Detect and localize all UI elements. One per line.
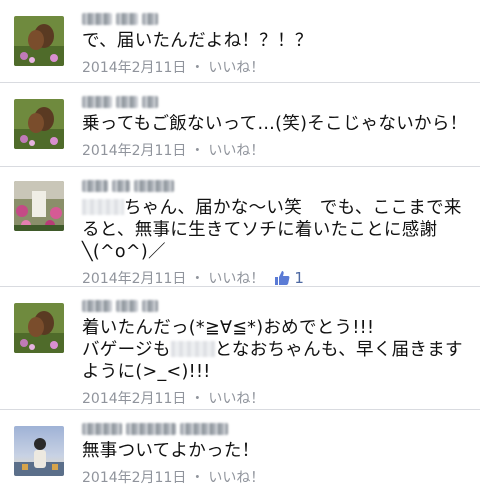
comment-item: 着いたんだっ(*≧∀≦*)おめでとう!!! バゲージも となおちゃんも、早く届きま… <box>0 287 480 410</box>
avatar[interactable] <box>14 426 64 476</box>
comment-date[interactable]: 2014年2月11日 <box>82 388 186 408</box>
comment-date[interactable]: 2014年2月11日 <box>82 140 186 160</box>
like-link[interactable]: いいね！ <box>208 467 264 487</box>
comment-text: 着いたんだっ(*≧∀≦*)おめでとう!!! バゲージも となおちゃんも、早く届きま… <box>82 317 470 383</box>
meta-separator: ・ <box>190 271 205 287</box>
like-link[interactable]: いいね！ <box>208 140 264 160</box>
comment-item: で、届いたんだよね！？！？ 2014年2月11日 ・ いいね！ <box>0 0 480 83</box>
comment-item: ちゃん、届かな〜い笑 でも、ここまで来ると、無事に生きてソチに着いたことに感謝╲… <box>0 167 480 287</box>
comment-meta: 2014年2月11日 ・ いいね！ <box>82 140 470 160</box>
meta-separator: ・ <box>190 60 205 76</box>
comment-date[interactable]: 2014年2月11日 <box>82 467 186 487</box>
redacted-name <box>82 199 124 215</box>
comment-meta: 2014年2月11日 ・ いいね！ <box>82 388 470 408</box>
like-link[interactable]: いいね！ <box>208 388 264 408</box>
comment-text: ちゃん、届かな〜い笑 でも、ここまで来ると、無事に生きてソチに着いたことに感謝╲… <box>82 197 470 263</box>
comment-text: 無事ついてよかった！ <box>82 441 260 461</box>
comment-item: 無事ついてよかった！ 2014年2月11日 ・ いいね！ <box>0 410 480 492</box>
comment-text-body: ちゃん、届かな〜い笑 でも、ここまで来ると、無事に生きてソチに着いたことに感謝╲… <box>82 198 462 262</box>
comment-text: で、届いたんだよね！？！？ <box>82 31 313 51</box>
commenter-name[interactable] <box>82 95 470 109</box>
meta-separator: ・ <box>190 470 205 486</box>
commenter-name[interactable] <box>82 179 470 193</box>
avatar[interactable] <box>14 303 64 353</box>
commenter-name[interactable] <box>82 422 470 436</box>
comment-text-before: バゲージも <box>82 340 171 360</box>
meta-separator: ・ <box>190 391 205 407</box>
comment-text-line1: 着いたんだっ(*≧∀≦*)おめでとう!!! <box>82 318 375 338</box>
comment-meta: 2014年2月11日 ・ いいね！ 1 <box>82 268 470 288</box>
avatar[interactable] <box>14 16 64 66</box>
comment-date[interactable]: 2014年2月11日 <box>82 268 186 288</box>
comment-date[interactable]: 2014年2月11日 <box>82 57 186 77</box>
like-link[interactable]: いいね！ <box>208 57 264 77</box>
commenter-name[interactable] <box>82 12 470 26</box>
avatar[interactable] <box>14 99 64 149</box>
commenter-name[interactable] <box>82 299 470 313</box>
comment-item: 乗ってもご飯ないって…(笑)そこじゃないから！ 2014年2月11日 ・ いいね… <box>0 83 480 167</box>
comment-meta: 2014年2月11日 ・ いいね！ <box>82 467 470 487</box>
like-count-number: 1 <box>294 269 304 287</box>
comment-text: 乗ってもご飯ないって…(笑)そこじゃないから！ <box>82 114 468 134</box>
like-count[interactable]: 1 <box>274 269 304 287</box>
comment-meta: 2014年2月11日 ・ いいね！ <box>82 57 470 77</box>
avatar[interactable] <box>14 181 64 231</box>
redacted-name <box>170 341 215 357</box>
like-link[interactable]: いいね！ <box>208 268 264 288</box>
thumbs-up-icon <box>275 271 290 285</box>
meta-separator: ・ <box>190 143 205 159</box>
comment-feed: で、届いたんだよね！？！？ 2014年2月11日 ・ いいね！ 乗ってもご飯ない… <box>0 0 480 492</box>
